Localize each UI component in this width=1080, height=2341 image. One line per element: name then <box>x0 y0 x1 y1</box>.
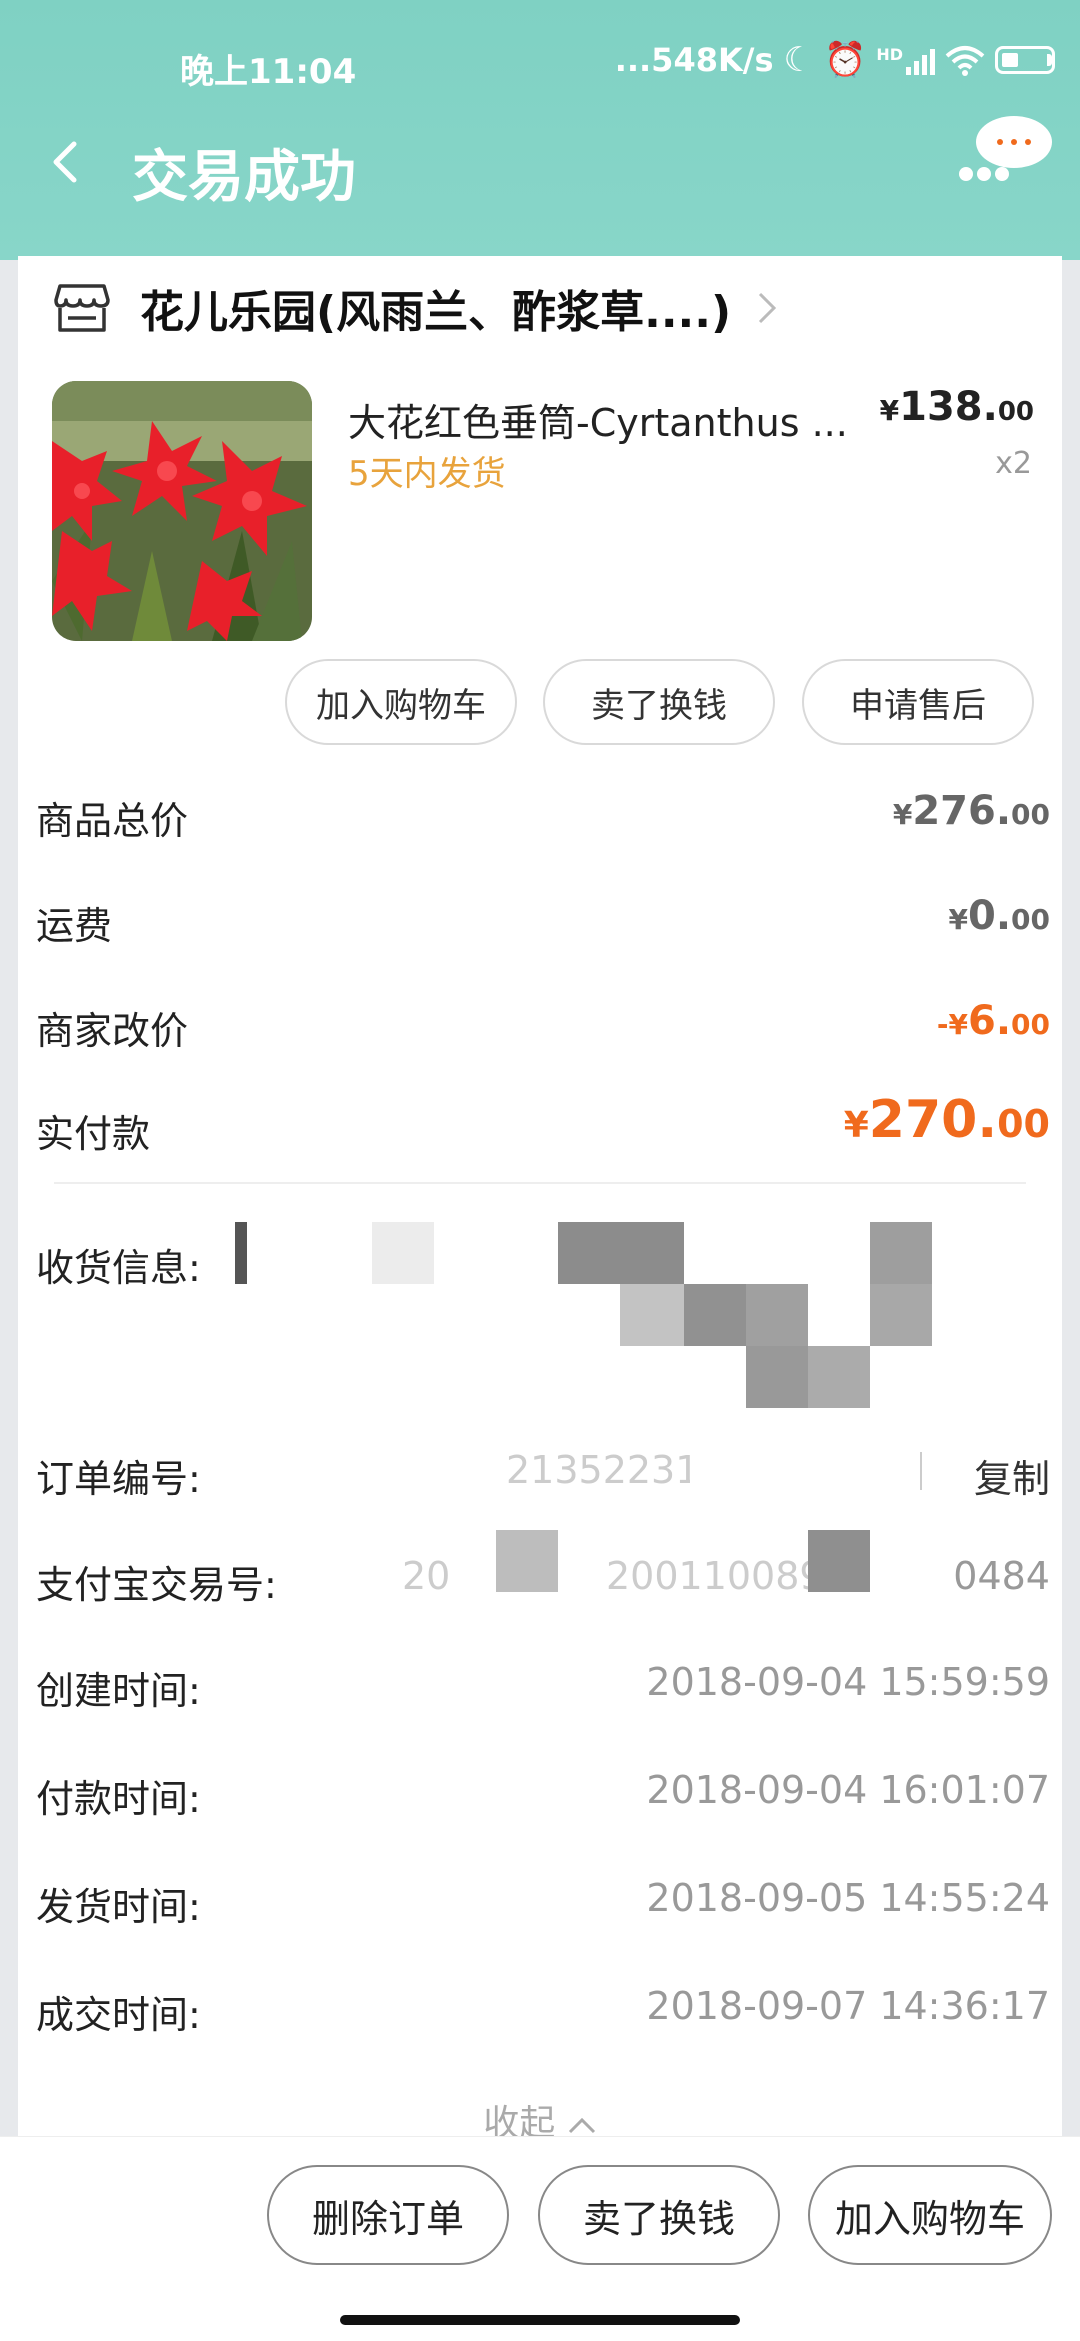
redacted-block <box>746 1284 808 1346</box>
redacted-block <box>690 1440 910 1496</box>
chevron-up-icon <box>568 2117 595 2134</box>
alarm-icon: ⏰ <box>823 40 867 80</box>
created-time-label: 创建时间: <box>36 1669 201 1713</box>
hd-label: HD <box>876 45 903 64</box>
shop-row[interactable]: 花儿乐园(风雨兰、酢浆草....) <box>54 272 777 344</box>
paid-amount-label: 实付款 <box>36 1112 151 1156</box>
add-to-cart-bottom-button[interactable]: 加入购物车 <box>808 2165 1052 2265</box>
resell-bottom-button[interactable]: 卖了换钱 <box>538 2165 780 2265</box>
alipay-trade-label: 支付宝交易号: <box>36 1563 277 1607</box>
shop-name: 花儿乐园(风雨兰、酢浆草....) <box>140 287 732 338</box>
moon-icon: ☾ <box>783 40 814 80</box>
shipping-fee-label: 运费 <box>36 904 113 948</box>
goods-total-label: 商品总价 <box>36 799 189 843</box>
redacted-block <box>496 1530 558 1592</box>
chat-bubble-icon[interactable] <box>956 112 1056 192</box>
top-header: 晚上11:04 ...548K/s ☾ ⏰ HD 交易成功 <box>0 0 1080 260</box>
red-flower-photo <box>52 381 312 641</box>
redacted-block <box>684 1284 746 1346</box>
shipped-time-label: 发货时间: <box>36 1885 201 1929</box>
bottom-action-bar: 删除订单 卖了换钱 加入购物车 <box>0 2136 1080 2341</box>
alipay-trade-part-b: 200110089 <box>606 1554 824 1598</box>
paid-time-label: 付款时间: <box>36 1777 201 1821</box>
page-title: 交易成功 <box>132 145 356 210</box>
after-sales-button[interactable]: 申请售后 <box>802 659 1034 745</box>
resell-button[interactable]: 卖了换钱 <box>543 659 775 745</box>
back-chevron-icon[interactable] <box>44 140 88 184</box>
receiver-label: 收货信息: <box>36 1246 201 1290</box>
network-speed: ...548K/s <box>614 41 774 79</box>
add-to-cart-button[interactable]: 加入购物车 <box>285 659 517 745</box>
paid-time-value: 2018-09-04 16:01:07 <box>646 1768 1050 1812</box>
status-icons: ...548K/s ☾ ⏰ HD <box>614 40 1055 80</box>
price-adjust-value: -¥6.00 <box>936 998 1050 1044</box>
delete-order-button[interactable]: 删除订单 <box>267 2165 509 2265</box>
price-decimal: 00 <box>997 397 1034 427</box>
product-price: ¥138.00 <box>880 384 1034 430</box>
shipping-note: 5天内发货 <box>348 454 506 494</box>
paid-amount-value: ¥270.00 <box>843 1090 1050 1150</box>
redacted-block <box>808 1346 870 1408</box>
chevron-right-icon <box>759 292 777 324</box>
shipping-fee-value: ¥0.00 <box>948 893 1050 939</box>
redacted-block <box>620 1284 684 1346</box>
price-adjust-label: 商家改价 <box>36 1009 189 1053</box>
product-title[interactable]: 大花红色垂筒-Cyrtanthus ... <box>348 392 868 447</box>
alipay-trade-part-a: 20 <box>402 1554 451 1598</box>
redacted-block <box>746 1346 808 1408</box>
redacted-block <box>558 1222 684 1284</box>
product-image[interactable] <box>52 381 312 641</box>
battery-icon <box>995 46 1055 74</box>
deal-time-label: 成交时间: <box>36 1993 201 2037</box>
redacted-block <box>235 1222 247 1284</box>
wifi-icon <box>945 46 985 76</box>
order-card: 花儿乐园(风雨兰、酢浆草....) 大花红色垂筒-Cyrtanthus ... … <box>18 256 1062 2136</box>
created-time-value: 2018-09-04 15:59:59 <box>646 1660 1050 1704</box>
copy-separator <box>920 1452 922 1490</box>
goods-total-value: ¥276.00 <box>892 788 1050 834</box>
shipped-time-value: 2018-09-05 14:55:24 <box>646 1876 1050 1920</box>
redacted-block <box>870 1284 932 1346</box>
home-indicator[interactable] <box>340 2315 740 2325</box>
yen-symbol: ¥ <box>879 394 900 427</box>
copy-order-number-button[interactable]: 复制 <box>974 1448 1050 1503</box>
store-icon <box>54 284 110 332</box>
status-time: 晚上11:04 <box>180 52 357 92</box>
order-number-label: 订单编号: <box>36 1457 201 1501</box>
deal-time-value: 2018-09-07 14:36:17 <box>646 1984 1050 2028</box>
alipay-trade-part-c: 0484 <box>953 1554 1050 1598</box>
redacted-block <box>808 1530 870 1592</box>
product-quantity: x2 <box>995 446 1032 481</box>
summary-divider <box>54 1182 1026 1184</box>
price-integer: 138. <box>899 384 998 430</box>
redacted-block <box>870 1222 932 1284</box>
signal-icon: HD <box>876 45 935 75</box>
redacted-block <box>372 1222 434 1284</box>
